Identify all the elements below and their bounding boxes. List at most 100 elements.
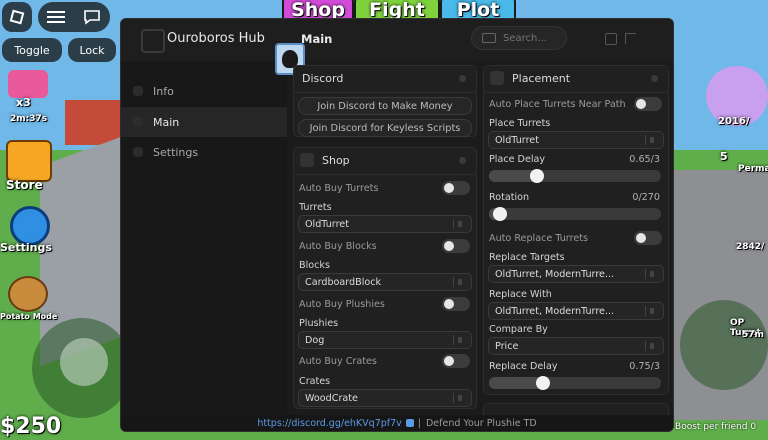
replace-targets-label: Replace Targets xyxy=(489,252,565,263)
turrets-dropdown[interactable]: OldTurret xyxy=(298,215,472,233)
auto-buy-crates-label: Auto Buy Crates xyxy=(299,356,377,367)
toggle-knob xyxy=(444,356,454,366)
compare-by-dropdown[interactable]: Price xyxy=(488,337,664,355)
plushies-dropdown[interactable]: Dog xyxy=(298,331,472,349)
search-input[interactable] xyxy=(503,32,563,44)
auto-buy-turrets-label: Auto Buy Turrets xyxy=(299,183,379,194)
replace-targets-dropdown[interactable]: OldTurret, ModernTurre... xyxy=(488,265,664,283)
right-count-label: 2842/ xyxy=(736,242,765,252)
replace-with-dropdown[interactable]: OldTurret, ModernTurre... xyxy=(488,302,664,320)
dropdown-icon xyxy=(645,341,660,351)
shop-collapse-icon[interactable] xyxy=(459,157,466,164)
dropdown-icon xyxy=(453,277,468,287)
replace-with-label: Replace With xyxy=(489,289,552,300)
place-delay-value: 0.65/3 xyxy=(629,154,660,165)
jump-button[interactable] xyxy=(680,300,768,390)
discord-panel: Discord Join Discord to Make Money Join … xyxy=(293,65,477,137)
sidebar-item-settings[interactable]: Settings xyxy=(121,137,287,167)
sidebar-item-label: Settings xyxy=(153,145,199,159)
store-icon[interactable] xyxy=(6,140,52,182)
settings-icon xyxy=(133,147,143,157)
lock-button[interactable]: Lock xyxy=(68,38,116,62)
current-tab-title: Main xyxy=(301,32,333,46)
dropdown-icon xyxy=(645,135,660,145)
right-perm-label: Perma xyxy=(738,164,768,174)
auto-place-toggle[interactable] xyxy=(634,97,662,111)
shop-title: Shop xyxy=(322,154,350,167)
placement-title: Placement xyxy=(512,72,571,85)
replace-with-value: OldTurret, ModernTurre... xyxy=(495,305,615,317)
close-icon[interactable] xyxy=(651,33,661,43)
potato-mode-label[interactable]: Potato Mode xyxy=(0,312,57,321)
roblox-logo-button[interactable] xyxy=(2,2,32,32)
rotation-value: 0/270 xyxy=(632,192,660,203)
rotation-slider[interactable] xyxy=(489,207,661,221)
compare-by-label: Compare By xyxy=(489,324,548,335)
sidebar-item-info[interactable]: Info xyxy=(121,76,287,106)
place-turrets-dropdown[interactable]: OldTurret xyxy=(488,131,664,149)
settings-gear-icon[interactable] xyxy=(10,206,50,246)
minimize-icon[interactable] xyxy=(605,33,617,45)
money-counter: $250 xyxy=(0,414,62,439)
replace-delay-label: Replace Delay xyxy=(489,361,558,372)
sidebar-item-label: Main xyxy=(153,115,180,129)
toggle-button[interactable]: Toggle xyxy=(2,38,62,62)
replace-delay-slider[interactable] xyxy=(489,376,661,390)
hub-sidebar: Info Main Settings xyxy=(121,61,287,415)
search-box[interactable] xyxy=(471,26,567,50)
dropdown-icon xyxy=(453,335,468,345)
slider-thumb[interactable] xyxy=(493,207,507,221)
auto-buy-plushies-label: Auto Buy Plushies xyxy=(299,299,385,310)
toggle-knob xyxy=(636,233,646,243)
sidebar-item-main[interactable]: Main xyxy=(121,107,287,137)
auto-buy-plushies-toggle[interactable] xyxy=(442,297,470,311)
join-discord-keyless-button[interactable]: Join Discord for Keyless Scripts xyxy=(298,119,472,137)
crates-dropdown[interactable]: WoodCrate xyxy=(298,389,472,407)
auto-replace-toggle[interactable] xyxy=(634,231,662,245)
blocks-value: CardboardBlock xyxy=(305,276,382,288)
roblox-menu-bar[interactable] xyxy=(38,2,110,32)
shop-panel-header: Shop xyxy=(294,148,476,175)
store-label[interactable]: Store xyxy=(6,178,43,192)
auto-buy-blocks-toggle[interactable] xyxy=(442,239,470,253)
right-five-label: 5 xyxy=(720,150,728,163)
shop-icon xyxy=(300,153,314,167)
slider-thumb[interactable] xyxy=(536,376,550,390)
auto-replace-label: Auto Replace Turrets xyxy=(489,233,588,244)
auto-place-label: Auto Place Turrets Near Path xyxy=(489,99,626,110)
dropdown-icon xyxy=(453,219,468,229)
placement-panel-header: Placement xyxy=(484,66,668,93)
boost-gun-icon[interactable] xyxy=(8,70,48,98)
discord-link[interactable]: https://discord.gg/ehKVq7pf7v xyxy=(257,418,401,429)
auto-buy-crates-toggle[interactable] xyxy=(442,354,470,368)
slider-thumb[interactable] xyxy=(530,169,545,183)
movement-joystick[interactable] xyxy=(32,318,132,418)
turrets-label: Turrets xyxy=(299,202,332,213)
join-discord-money-button[interactable]: Join Discord to Make Money xyxy=(298,97,472,115)
main-icon xyxy=(133,117,143,127)
settings-label[interactable]: Settings xyxy=(0,241,52,254)
hamburger-icon[interactable] xyxy=(47,10,65,24)
joystick-knob[interactable] xyxy=(60,338,108,386)
replace-targets-value: OldTurret, ModernTurre... xyxy=(495,268,615,280)
placement-icon xyxy=(490,71,504,85)
resize-icon[interactable] xyxy=(625,33,636,44)
discord-panel-header: Discord xyxy=(294,66,476,93)
potato-icon[interactable] xyxy=(8,276,48,312)
discord-collapse-icon[interactable] xyxy=(459,75,466,82)
sidebar-item-label: Info xyxy=(153,84,174,98)
auto-buy-blocks-label: Auto Buy Blocks xyxy=(299,241,377,252)
game-name: Defend Your Plushie TD xyxy=(425,417,537,429)
plushies-value: Dog xyxy=(305,334,325,346)
auto-buy-turrets-toggle[interactable] xyxy=(442,181,470,195)
chat-icon[interactable] xyxy=(83,9,101,25)
multiplier-label: x3 xyxy=(16,96,31,109)
crates-value: WoodCrate xyxy=(305,392,358,404)
place-delay-slider[interactable] xyxy=(489,169,661,183)
placement-collapse-icon[interactable] xyxy=(651,75,658,82)
plushies-label: Plushies xyxy=(299,318,339,329)
discord-title: Discord xyxy=(302,72,344,85)
placement-panel: Placement Auto Place Turrets Near Path P… xyxy=(483,65,669,395)
toggle-knob xyxy=(444,183,454,193)
blocks-dropdown[interactable]: CardboardBlock xyxy=(298,273,472,291)
